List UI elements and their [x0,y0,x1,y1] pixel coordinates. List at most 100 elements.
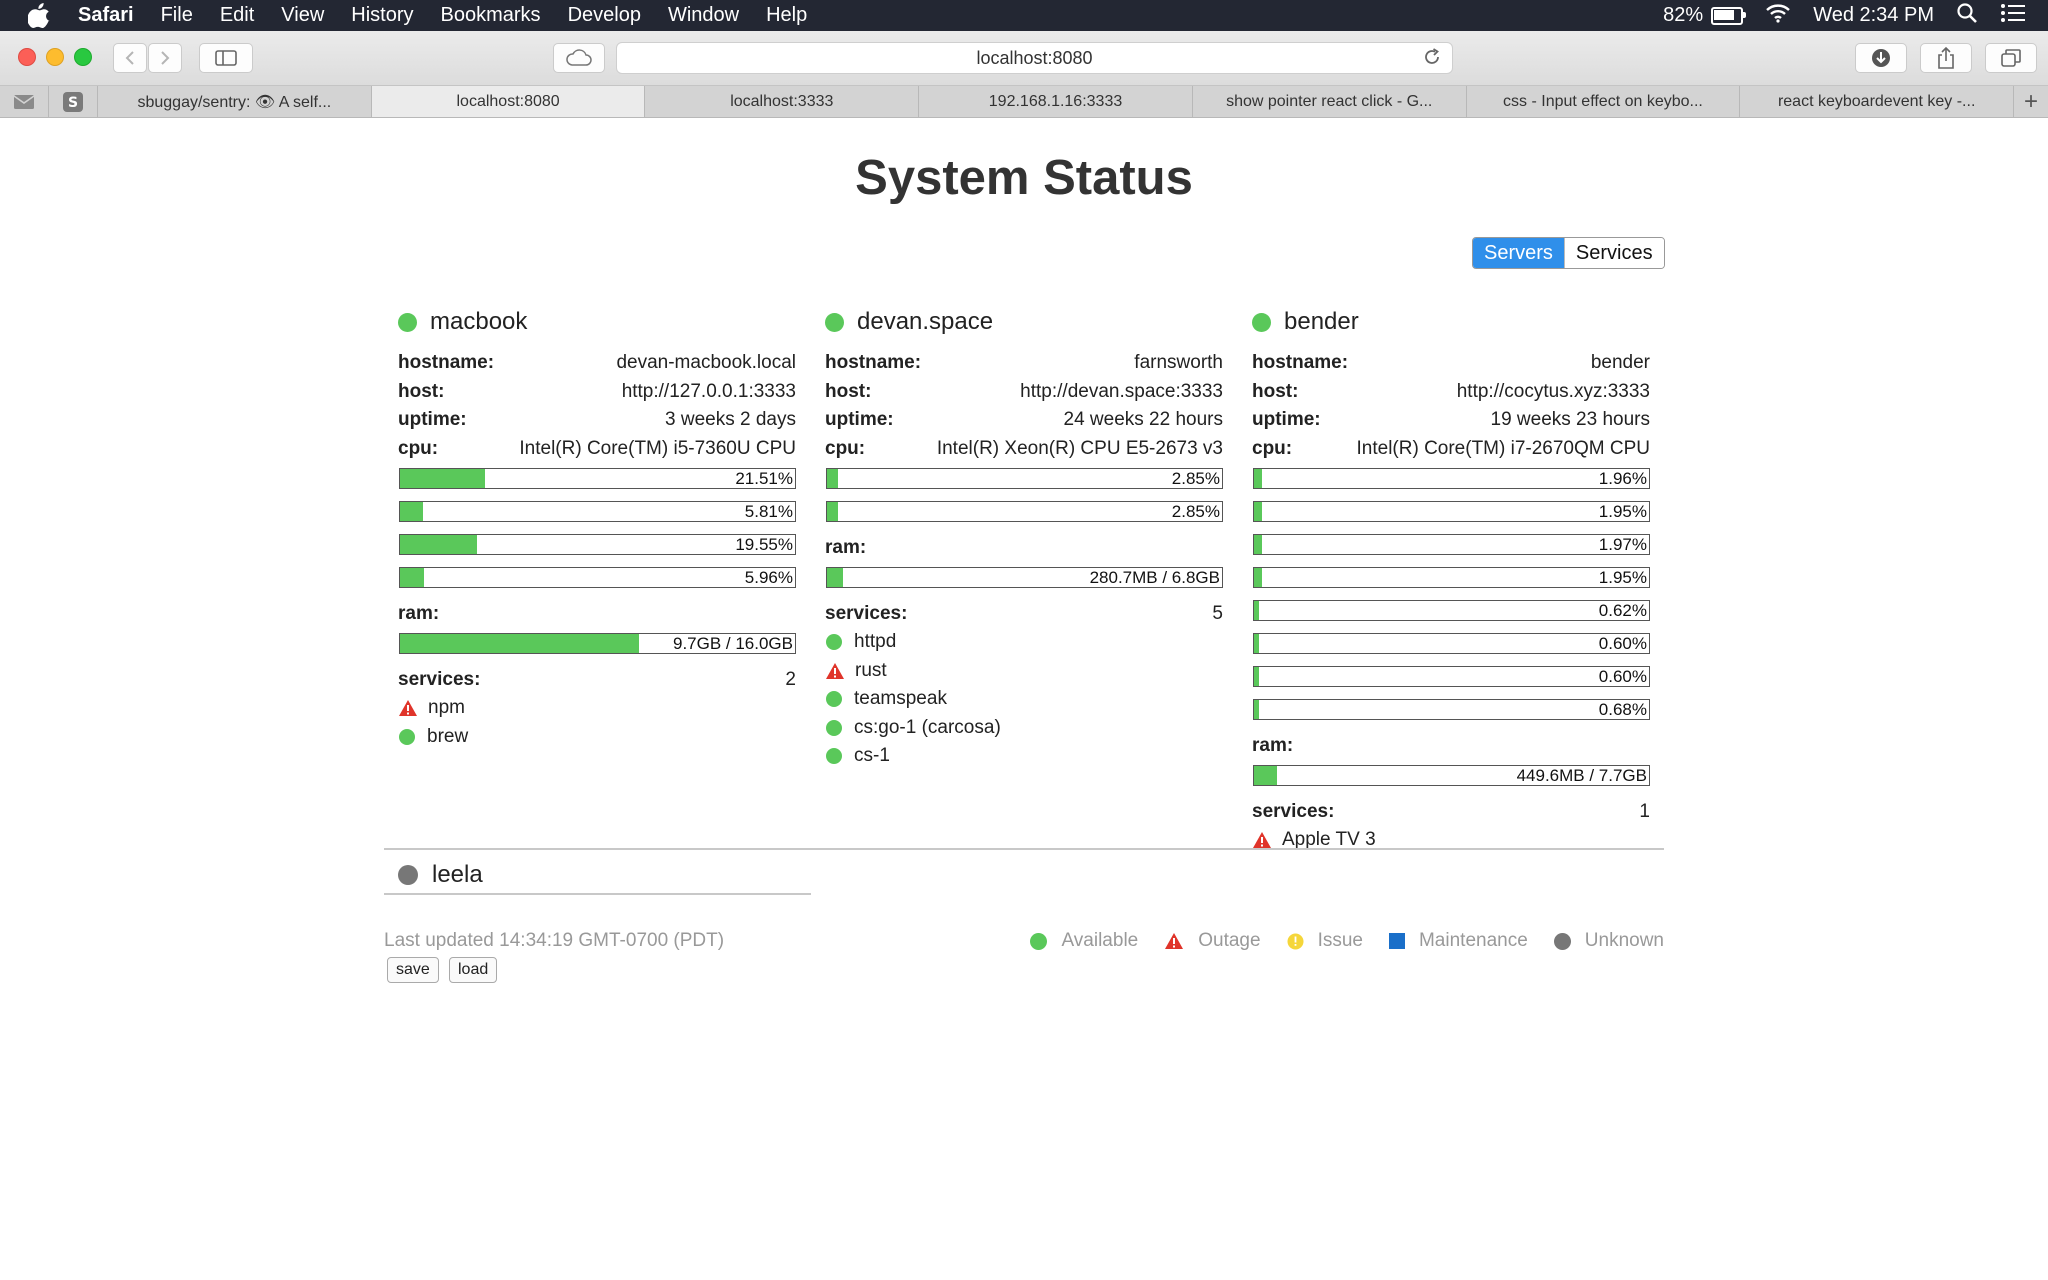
save-button[interactable]: save [387,957,439,983]
menubar-clock[interactable]: Wed 2:34 PM [1813,4,1934,27]
cpu-label: cpu: [825,437,866,459]
server-cpu-row: cpu: Intel(R) Core(TM) i5-7360U CPU [398,435,796,464]
menubar: Safari File Edit View History Bookmarks … [0,0,2048,31]
tab-localhost-8080[interactable]: localhost:8080 [371,86,646,117]
close-window-button[interactable] [18,48,36,66]
icloud-tabs-button[interactable] [553,43,605,73]
load-button[interactable]: load [449,957,498,983]
pinned-tab-mail[interactable] [0,86,49,117]
usage-fill [400,634,640,653]
tab-css-input-effect[interactable]: css - Input effect on keybo... [1467,86,1741,117]
services-count: 5 [1212,603,1223,624]
battery-icon [1711,6,1747,25]
server-header[interactable]: devan.space [825,306,1223,338]
battery-status[interactable]: 82% [1663,4,1747,27]
outage-warning-icon [398,699,418,717]
hostname-label: hostname: [1252,352,1349,374]
server-card: bender hostname: bender host: http://cocytus… [1252,306,1650,855]
service-item[interactable]: Apple TV 3 [1252,826,1650,855]
usage-fill [1254,667,1259,686]
usage-label: 5.81% [744,502,793,521]
tab-overview-button[interactable] [1985,43,2037,73]
forward-button[interactable] [148,43,182,73]
cpu-label: cpu: [1252,437,1293,459]
tab-sentry[interactable]: sbuggay/sentry: 👁 A self... [98,86,372,117]
server-host-row: host: http://127.0.0.1:3333 [398,378,796,407]
service-item[interactable]: brew [398,723,796,752]
menubar-status-area: 82% Wed 2:34 PM [1663,0,2048,31]
sidebar-toggle-button[interactable] [199,43,253,73]
servers-toggle-button[interactable]: Servers [1473,238,1564,268]
spotlight-search-icon[interactable] [1956,2,1978,30]
zoom-window-button[interactable] [74,48,92,66]
back-button[interactable] [113,43,147,73]
menu-app-name[interactable]: Safari [78,0,134,31]
menu-file[interactable]: File [161,0,193,31]
reload-icon[interactable] [1422,47,1442,72]
hostname-value: bender [1590,352,1650,374]
usage-label: 5.96% [744,568,793,587]
menu-bookmarks[interactable]: Bookmarks [441,0,541,31]
service-name: httpd [854,631,897,653]
services-count: 1 [1639,801,1650,822]
new-tab-button[interactable]: + [2014,86,2048,117]
tab-lan-3333[interactable]: 192.168.1.16:3333 [919,86,1193,117]
menu-help[interactable]: Help [766,0,807,31]
outage-warning-icon [825,662,845,680]
server-header[interactable]: bender [1252,306,1650,338]
services-section-header: services: 5 [825,600,1223,628]
downloads-button[interactable] [1855,43,1907,73]
menu-window[interactable]: Window [668,0,739,31]
menu-edit[interactable]: Edit [220,0,254,31]
battery-percent: 82% [1663,4,1704,26]
server-header[interactable]: macbook [398,306,796,338]
services-section-header: services: 2 [398,666,796,694]
menu-develop[interactable]: Develop [568,0,641,31]
browser-toolbar: localhost:8080 [0,31,2048,86]
issue-alert-icon [1287,933,1304,950]
menu-history[interactable]: History [351,0,413,31]
hostname-label: hostname: [398,352,495,374]
address-bar[interactable]: localhost:8080 [616,42,1453,74]
tab-localhost-3333[interactable]: localhost:3333 [645,86,920,117]
service-item[interactable]: teamspeak [825,685,1223,714]
legend-unknown: Unknown [1553,930,1664,952]
cpu-core-usage-bar: 1.95% [1253,501,1650,522]
server-hostname-row: hostname: devan-macbook.local [398,349,796,378]
pinned-tab-s[interactable]: S [49,86,98,117]
server-name: bender [1284,308,1359,335]
service-name: teamspeak [854,688,947,710]
usage-fill [400,535,478,554]
service-item[interactable]: httpd [825,628,1223,657]
legend-unknown-label: Unknown [1584,930,1664,951]
service-item[interactable]: cs-1 [825,742,1223,771]
server-hostname-row: hostname: farnsworth [825,349,1223,378]
usage-label: 1.95% [1598,568,1647,587]
tab-show-pointer[interactable]: show pointer react click - G... [1193,86,1467,117]
menu-view[interactable]: View [281,0,324,31]
service-item[interactable]: npm [398,694,796,723]
notification-center-icon[interactable] [2000,3,2026,29]
service-item[interactable]: cs:go-1 (carcosa) [825,714,1223,743]
cpu-core-usage-bar: 0.62% [1253,600,1650,621]
wifi-icon[interactable] [1765,3,1791,29]
usage-label: 1.97% [1598,535,1647,554]
server-host-row: host: http://cocytus.xyz:3333 [1252,378,1650,407]
minimize-window-button[interactable] [46,48,64,66]
maintenance-square-icon [1388,933,1405,949]
cpu-core-usage-bar: 0.60% [1253,666,1650,687]
usage-fill [400,568,424,587]
status-available-icon [1252,312,1271,332]
service-item[interactable]: rust [825,657,1223,686]
services-label: services: [825,603,908,624]
uptime-value: 3 weeks 2 days [665,409,796,431]
host-label: host: [1252,380,1299,402]
ram-label: ram: [398,603,440,624]
services-toggle-button[interactable]: Services [1563,238,1664,268]
status-available-icon [398,312,417,332]
ram-usage-bar: 449.6MB / 7.7GB [1253,765,1650,786]
apple-icon[interactable] [28,3,54,29]
server-card-offline[interactable]: leela [384,856,811,895]
share-button[interactable] [1920,43,1972,73]
tab-react-keyboardevent[interactable]: react keyboardevent key -... [1740,86,2015,117]
